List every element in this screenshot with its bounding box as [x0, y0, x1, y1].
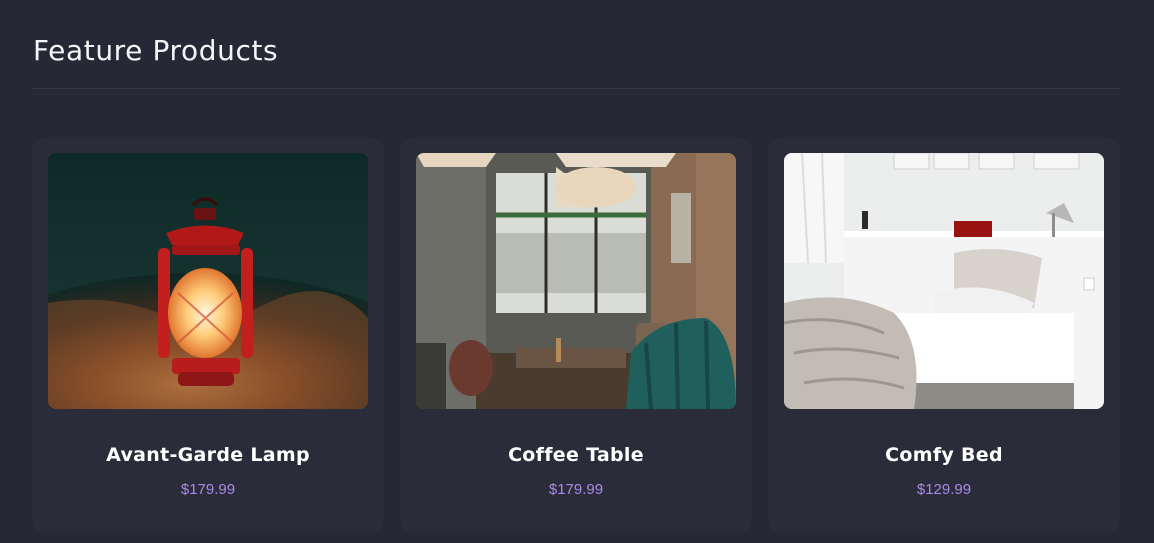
- product-price: $129.99: [916, 481, 972, 498]
- page-title: Feature Products: [33, 34, 279, 67]
- product-name[interactable]: Avant-Garde Lamp: [32, 444, 384, 466]
- product-card[interactable]: Comfy Bed $129.99: [768, 137, 1120, 533]
- product-card[interactable]: Coffee Table $179.99: [400, 137, 752, 533]
- product-name[interactable]: Comfy Bed: [768, 444, 1120, 466]
- feature-products-section: Feature Products Avant-Garde Lamp $179.9…: [0, 0, 1154, 543]
- product-grid: Avant-Garde Lamp $179.99 Coffee Table $1…: [32, 137, 1120, 537]
- product-price: $179.99: [548, 481, 604, 498]
- divider: [32, 88, 1120, 89]
- product-price: $179.99: [180, 481, 236, 498]
- product-card[interactable]: Avant-Garde Lamp $179.99: [32, 137, 384, 533]
- product-name[interactable]: Coffee Table: [400, 444, 752, 466]
- lantern-image[interactable]: [48, 153, 368, 409]
- cafe-interior-image[interactable]: [416, 153, 736, 409]
- bedroom-image[interactable]: [784, 153, 1104, 409]
